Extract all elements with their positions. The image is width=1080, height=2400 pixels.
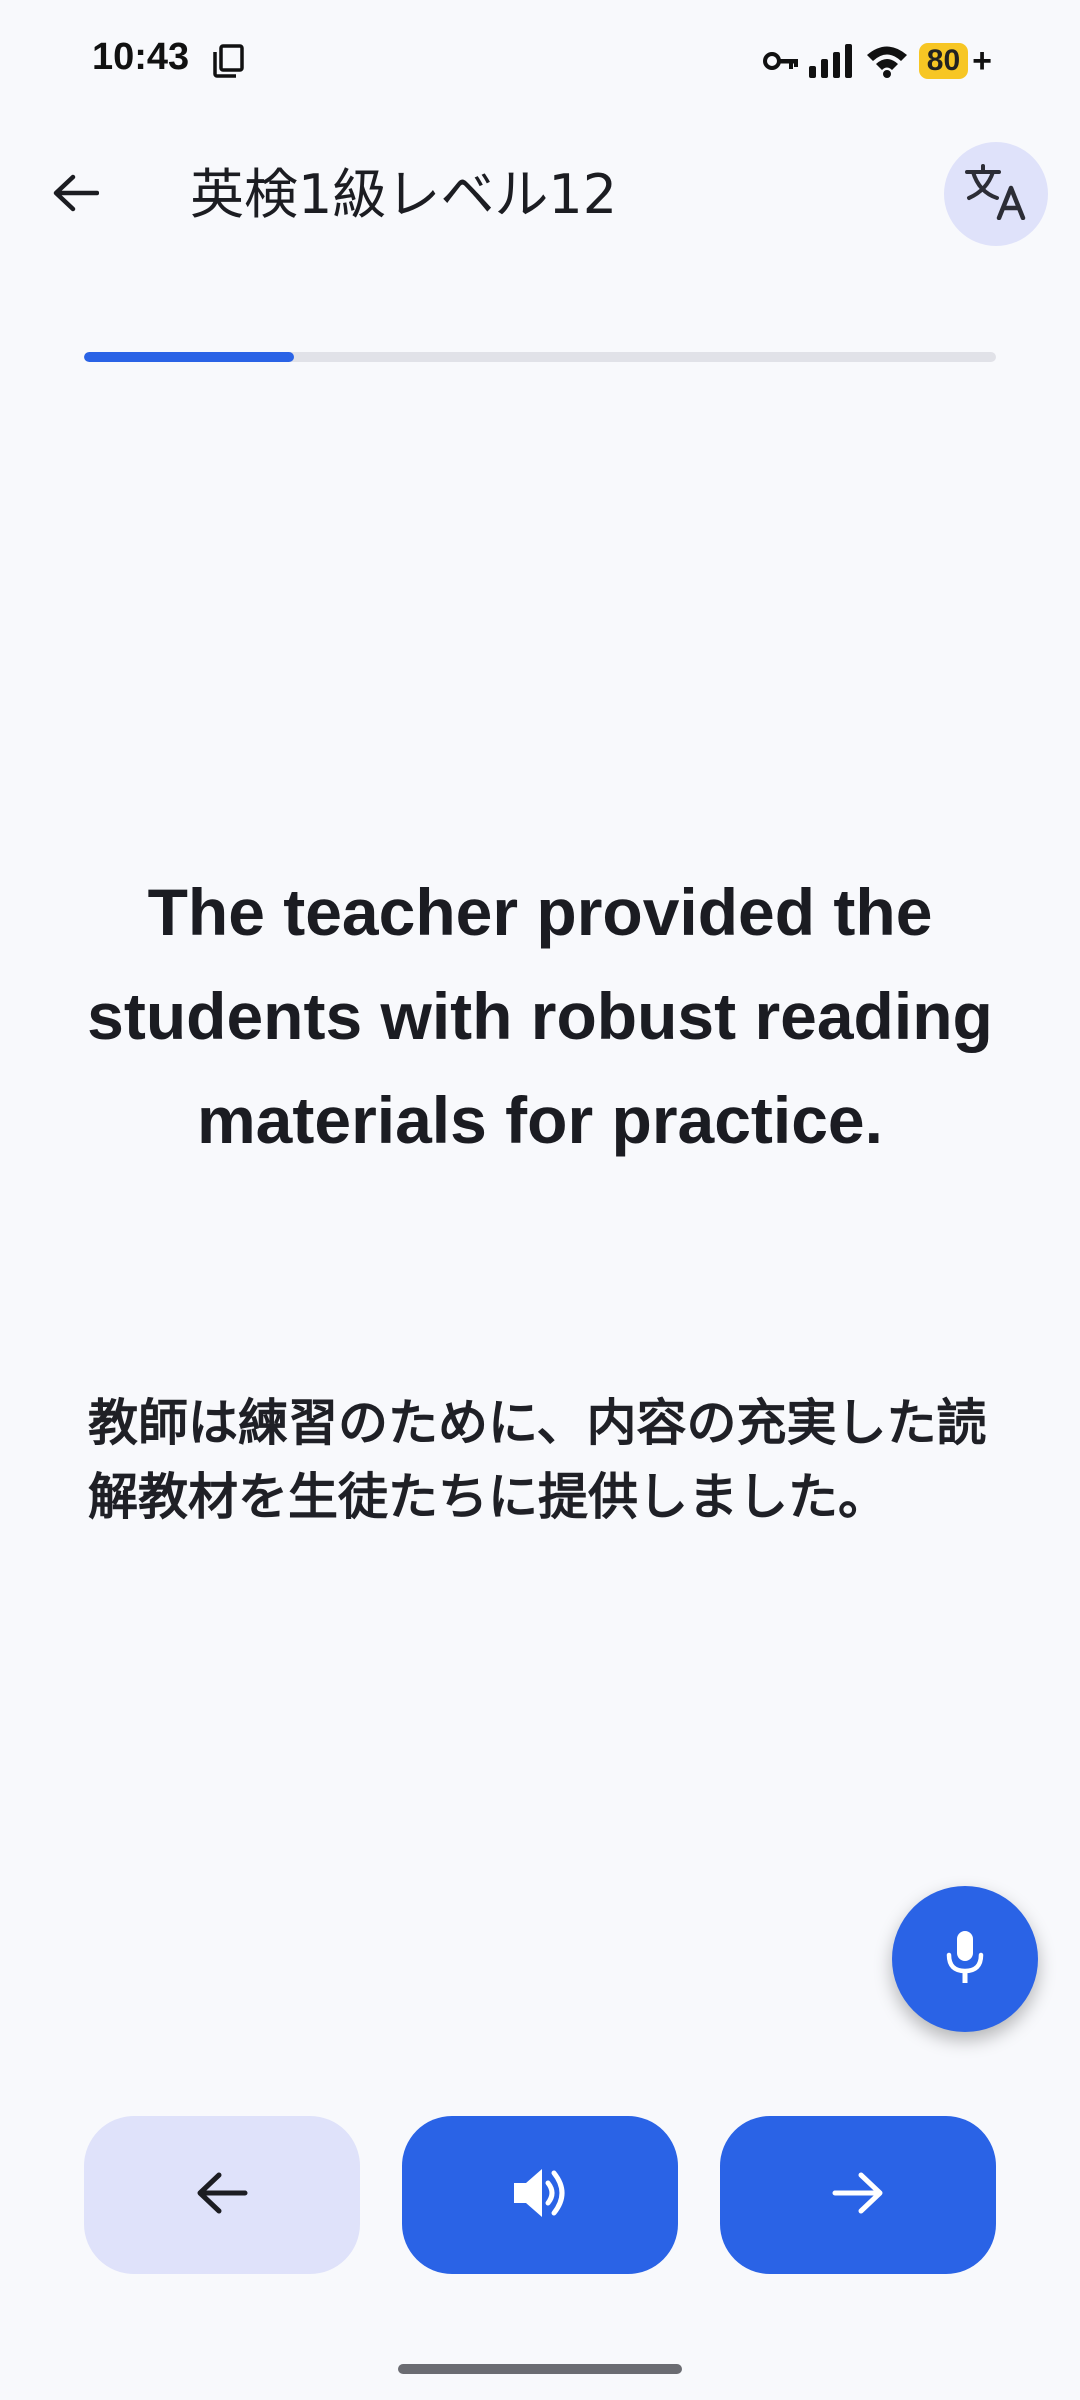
navigation-controls [84, 2116, 996, 2274]
next-button[interactable] [720, 2116, 996, 2274]
japanese-translation: 教師は練習のために、内容の充実した読解教材を生徒たちに提供しました。 [88, 1394, 987, 1526]
app-bar: 英検1級レベル12 [0, 130, 1080, 260]
wifi-icon [865, 44, 909, 78]
status-icons: 80 + [762, 38, 992, 84]
arrow-right-icon [831, 2170, 885, 2220]
signal-icon [808, 44, 855, 78]
translate-icon [965, 164, 1027, 224]
copy-icon [212, 44, 244, 78]
battery-level: 80 [918, 43, 969, 79]
translate-button[interactable] [944, 142, 1048, 246]
key-icon [762, 49, 799, 73]
previous-button[interactable] [84, 2116, 360, 2274]
play-audio-button[interactable] [402, 2116, 678, 2274]
back-button[interactable] [40, 160, 110, 230]
battery-charging: + [972, 41, 992, 80]
arrow-left-icon [51, 173, 100, 217]
microphone-icon [945, 1929, 985, 1989]
progress-bar [84, 352, 996, 362]
speaker-icon [510, 2165, 570, 2225]
progress-fill [84, 352, 294, 362]
battery-icon: 80 + [918, 41, 992, 81]
arrow-left-icon [195, 2170, 249, 2220]
page-title: 英検1級レベル12 [190, 163, 618, 226]
status-time: 10:43 [92, 36, 190, 78]
english-sentence: The teacher provided the students with r… [87, 875, 993, 1157]
home-indicator[interactable] [398, 2364, 682, 2374]
status-bar: 10:43 80 + [0, 0, 1080, 120]
microphone-button[interactable] [892, 1886, 1038, 2032]
